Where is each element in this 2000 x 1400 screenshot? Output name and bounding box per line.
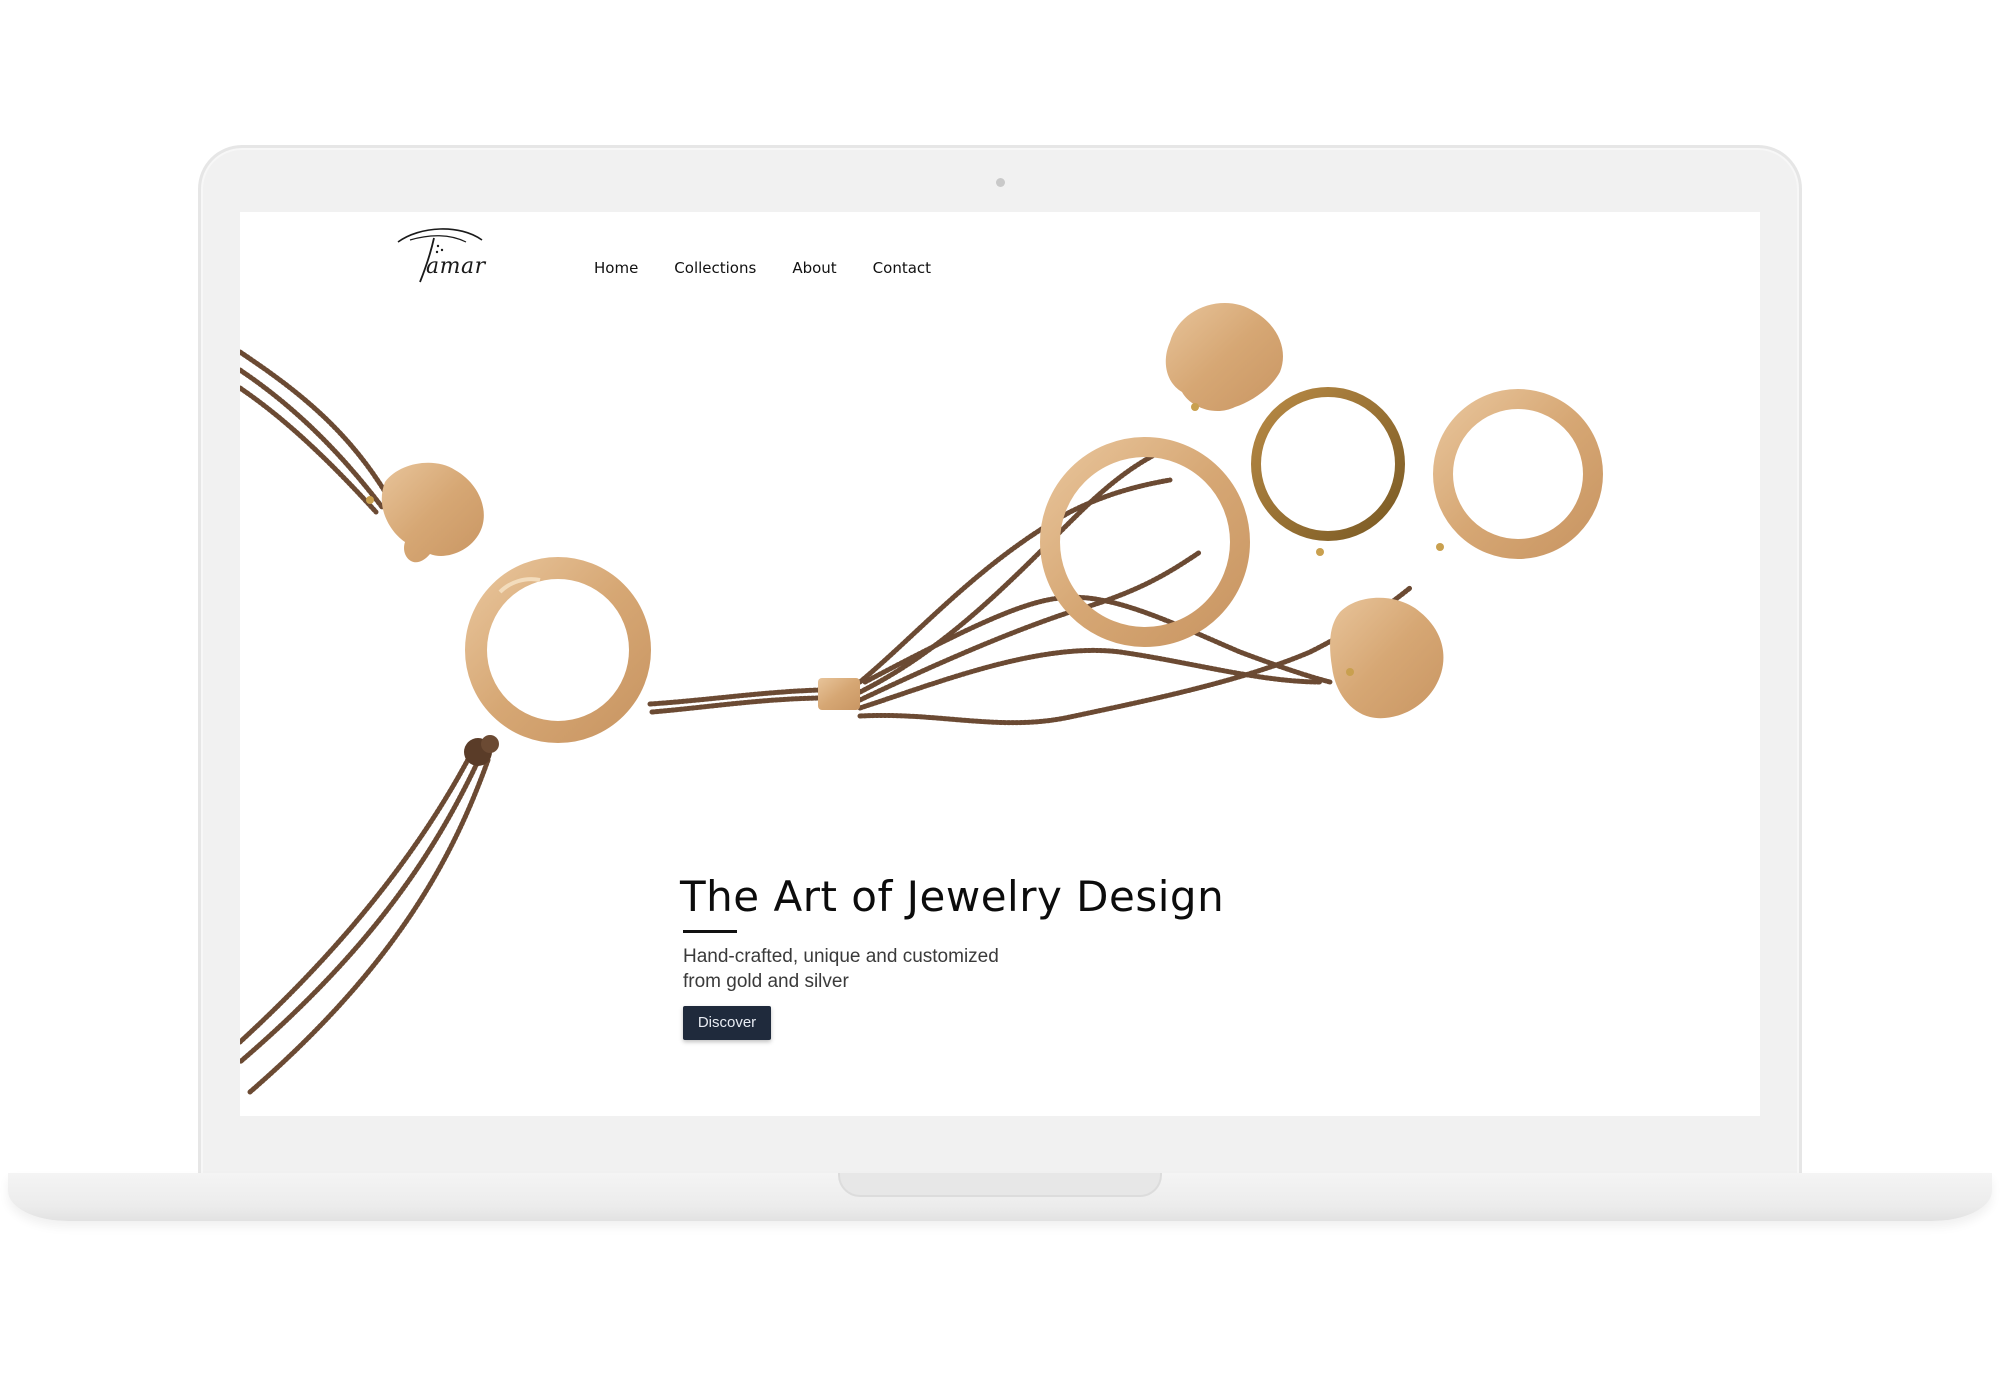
laptop-notch — [838, 1173, 1162, 1197]
nav-about[interactable]: About — [792, 259, 836, 277]
nav-home[interactable]: Home — [594, 259, 638, 277]
camera-icon — [996, 178, 1005, 187]
title-underline — [683, 930, 737, 933]
hero-subtitle: Hand-crafted, unique and customized from… — [683, 944, 1103, 994]
main-nav: Home Collections About Contact — [594, 259, 967, 277]
nav-collections[interactable]: Collections — [674, 259, 756, 277]
hero-subtitle-line-1: Hand-crafted, unique and customized — [683, 946, 999, 967]
logo-wordmark: amar — [426, 254, 486, 279]
hero-subtitle-line-2: from gold and silver — [683, 971, 849, 992]
discover-button[interactable]: Discover — [683, 1006, 771, 1040]
device-mockup: amar Home Collections About Contact The … — [0, 0, 2000, 1400]
website-screen: amar Home Collections About Contact The … — [240, 212, 1760, 1116]
hero-title: The Art of Jewelry Design — [680, 872, 1225, 921]
nav-contact[interactable]: Contact — [873, 259, 931, 277]
